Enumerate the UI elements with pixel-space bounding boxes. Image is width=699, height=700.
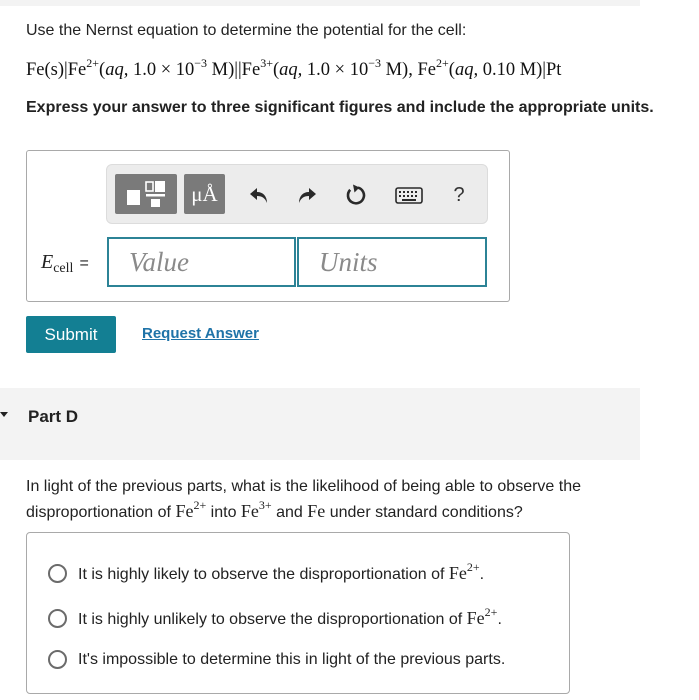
- choice-highly-unlikely[interactable]: It is highly unlikely to observe the dis…: [48, 605, 502, 629]
- choice-label: It is highly likely to observe the dispr…: [78, 560, 485, 583]
- top-strip: [0, 0, 640, 6]
- choice-highly-likely[interactable]: It is highly likely to observe the dispr…: [48, 560, 485, 584]
- templates-icon[interactable]: [115, 174, 177, 214]
- math-toolbar: μÅ ?: [106, 164, 488, 224]
- caret-down-icon[interactable]: [0, 412, 8, 417]
- answer-box: μÅ ? Ecell = Value Units: [26, 150, 510, 302]
- radio-button[interactable]: [48, 609, 67, 628]
- part-d-title: Part D: [28, 407, 79, 426]
- intro-text: Use the Nernst equation to determine the…: [26, 22, 467, 39]
- keyboard-icon[interactable]: [394, 185, 424, 205]
- choice-label: It is highly unlikely to observe the dis…: [78, 605, 502, 628]
- cell-equation: Fe(s)|Fe2+(aq, 1.0 × 10−3 M)||Fe3+(aq, 1…: [26, 56, 562, 80]
- choice-list: It is highly likely to observe the dispr…: [26, 532, 570, 694]
- units-input[interactable]: [297, 237, 487, 287]
- choice-label: It's impossible to determine this in lig…: [78, 650, 506, 668]
- radio-button[interactable]: [48, 650, 67, 669]
- units-icon[interactable]: μÅ: [184, 174, 225, 214]
- part-d-header[interactable]: [0, 388, 640, 460]
- redo-icon[interactable]: [293, 182, 321, 208]
- part-d-question: In light of the previous parts, what is …: [26, 478, 582, 521]
- choice-impossible[interactable]: It's impossible to determine this in lig…: [48, 650, 505, 669]
- undo-icon[interactable]: [245, 182, 273, 208]
- reset-icon[interactable]: [341, 181, 371, 209]
- submit-button[interactable]: Submit: [26, 316, 116, 353]
- request-answer-link[interactable]: Request Answer: [142, 325, 259, 342]
- help-icon[interactable]: ?: [447, 182, 471, 208]
- instruction-text: Express your answer to three significant…: [26, 99, 654, 116]
- value-input[interactable]: [107, 237, 296, 287]
- ecell-label: Ecell =: [41, 251, 89, 276]
- radio-button[interactable]: [48, 564, 67, 583]
